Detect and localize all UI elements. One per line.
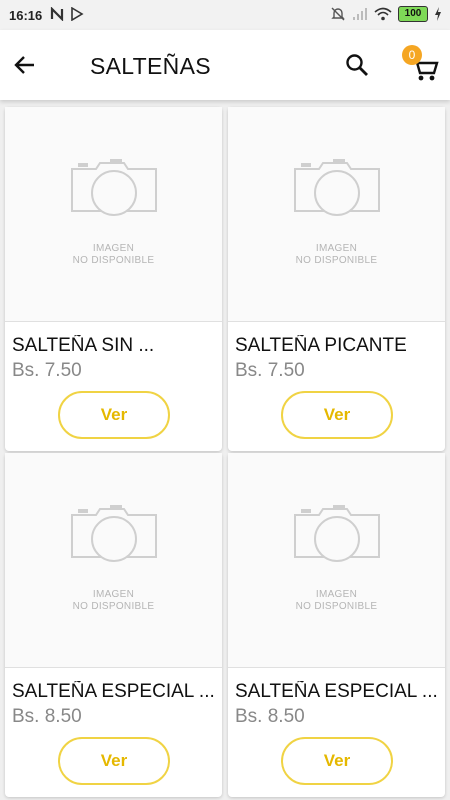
caption-line-2: NO DISPONIBLE (295, 255, 378, 266)
product-name: SALTEÑA SIN ... (12, 335, 155, 356)
back-arrow-icon[interactable] (12, 52, 38, 78)
battery-indicator: 100 (398, 6, 428, 22)
search-icon[interactable] (344, 52, 370, 78)
camera-placeholder-icon (294, 505, 380, 562)
silent-icon (331, 7, 345, 21)
status-notification-icons (50, 7, 84, 21)
signal-icon (353, 8, 367, 20)
view-button[interactable]: Ver (281, 391, 393, 439)
product-card[interactable]: IMAGEN NO DISPONIBLE SALTEÑA ESPECIAL ..… (5, 453, 222, 797)
product-image-placeholder: IMAGEN NO DISPONIBLE (5, 453, 222, 668)
caption-line-1: IMAGEN (315, 243, 358, 254)
app-bar: SALTEÑAS 0 (0, 30, 450, 100)
image-unavailable-caption: IMAGEN NO DISPONIBLE (5, 589, 222, 613)
cart-count-badge: 0 (402, 45, 422, 65)
camera-placeholder-icon (294, 159, 380, 216)
product-name: SALTEÑA PICANTE (235, 335, 407, 356)
product-card[interactable]: IMAGEN NO DISPONIBLE SALTEÑA PICANTE Bs.… (228, 107, 445, 451)
product-price: Bs. 7.50 (235, 360, 305, 381)
charging-icon (435, 7, 441, 21)
image-unavailable-caption: IMAGEN NO DISPONIBLE (5, 243, 222, 267)
product-image-placeholder: IMAGEN NO DISPONIBLE (228, 107, 445, 322)
caption-line-2: NO DISPONIBLE (295, 601, 378, 612)
status-time: 16:16 (9, 8, 43, 23)
view-button[interactable]: Ver (281, 737, 393, 785)
status-system-icons: 100 (330, 6, 442, 22)
product-card[interactable]: IMAGEN NO DISPONIBLE SALTEÑA ESPECIAL ..… (228, 453, 445, 797)
product-card[interactable]: IMAGEN NO DISPONIBLE SALTEÑA SIN ... Bs.… (5, 107, 222, 451)
product-price: Bs. 7.50 (12, 360, 82, 381)
product-name: SALTEÑA ESPECIAL ... (12, 681, 215, 702)
camera-placeholder-icon (71, 159, 157, 216)
n-notification-icon (50, 7, 64, 21)
caption-line-2: NO DISPONIBLE (72, 601, 155, 612)
status-bar: 16:16 100 (0, 0, 450, 30)
view-button[interactable]: Ver (58, 391, 170, 439)
wifi-icon (374, 7, 392, 21)
caption-line-1: IMAGEN (315, 589, 358, 600)
page-title: SALTEÑAS (90, 53, 211, 79)
caption-line-1: IMAGEN (92, 589, 135, 600)
play-store-icon (71, 7, 84, 21)
product-name: SALTEÑA ESPECIAL ... (235, 681, 438, 702)
product-grid: IMAGEN NO DISPONIBLE SALTEÑA SIN ... Bs.… (0, 100, 450, 800)
product-image-placeholder: IMAGEN NO DISPONIBLE (228, 453, 445, 668)
camera-placeholder-icon (71, 505, 157, 562)
image-unavailable-caption: IMAGEN NO DISPONIBLE (228, 589, 445, 613)
product-price: Bs. 8.50 (12, 706, 82, 727)
caption-line-2: NO DISPONIBLE (72, 255, 155, 266)
view-button[interactable]: Ver (58, 737, 170, 785)
product-price: Bs. 8.50 (235, 706, 305, 727)
product-image-placeholder: IMAGEN NO DISPONIBLE (5, 107, 222, 322)
caption-line-1: IMAGEN (92, 243, 135, 254)
image-unavailable-caption: IMAGEN NO DISPONIBLE (228, 243, 445, 267)
